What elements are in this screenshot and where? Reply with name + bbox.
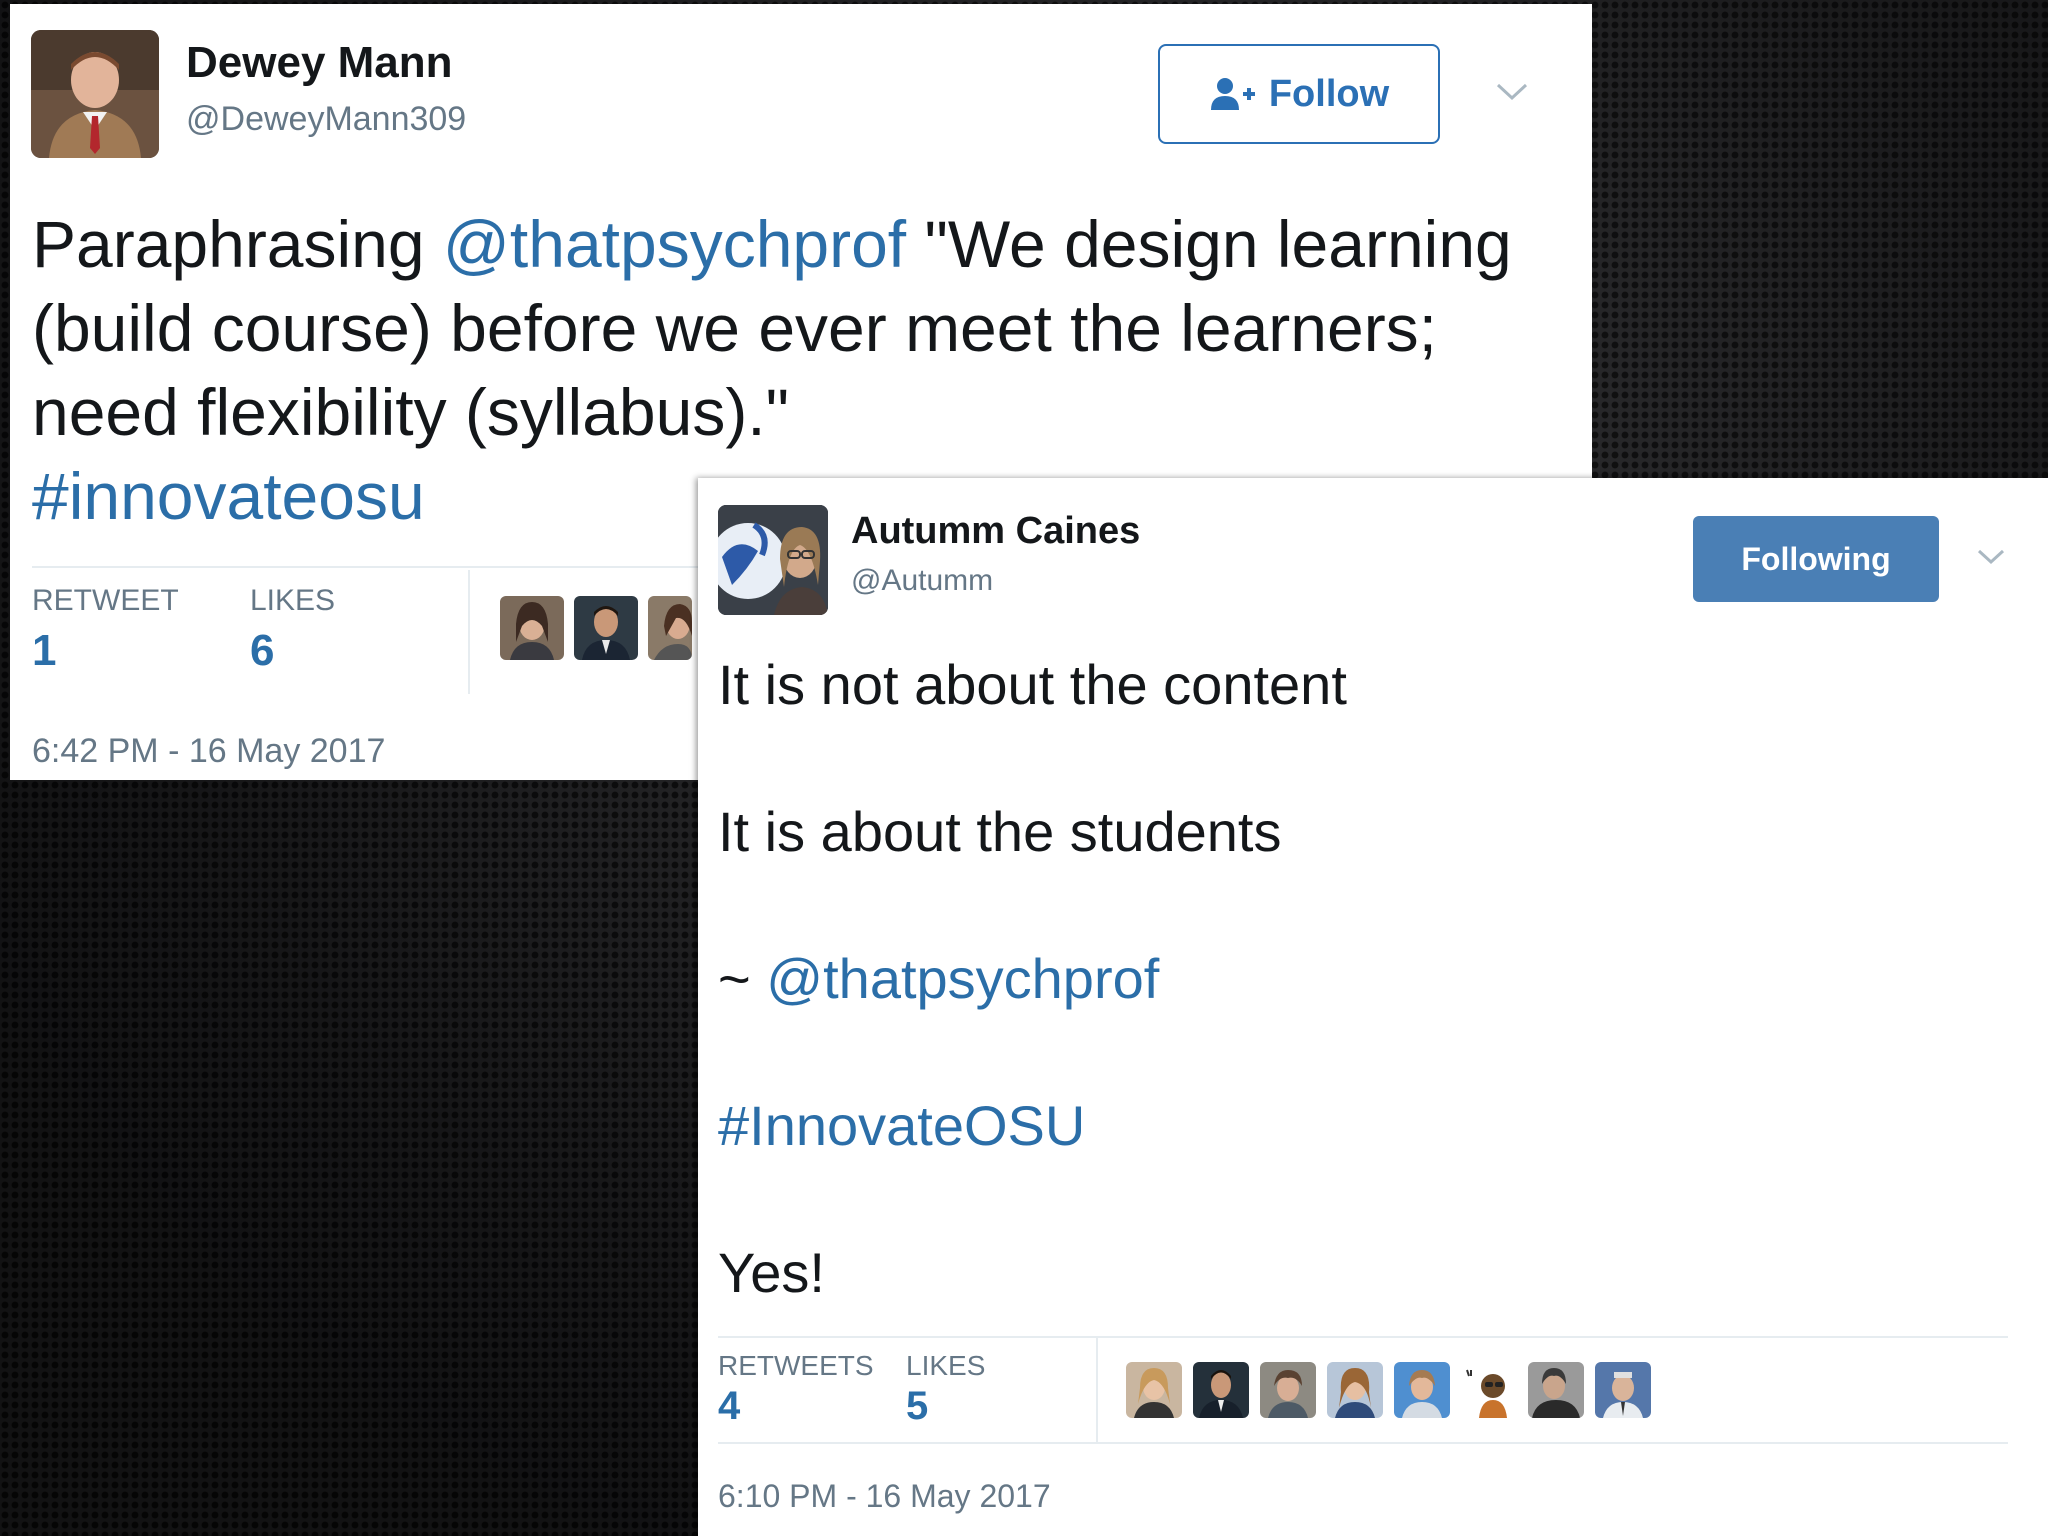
follow-button[interactable]: Follow <box>1158 44 1440 144</box>
likers-avatars <box>500 596 702 660</box>
likes-count[interactable]: 5 <box>906 1384 928 1429</box>
user-handle[interactable]: @DeweyMann309 <box>186 100 466 139</box>
chevron-down-icon[interactable] <box>1976 548 2006 571</box>
stats-vertical-divider <box>1096 1336 1098 1444</box>
retweets-count[interactable]: 4 <box>718 1384 740 1429</box>
stats-vertical-divider <box>468 570 470 694</box>
stats-divider <box>718 1336 2008 1338</box>
liker-avatar[interactable] <box>1528 1362 1584 1418</box>
display-name[interactable]: Dewey Mann <box>186 38 453 88</box>
stats-divider-bottom <box>718 1442 2008 1444</box>
retweets-label[interactable]: RETWEETS <box>718 1350 874 1382</box>
liker-avatar[interactable] <box>1260 1362 1316 1418</box>
follow-label: Follow <box>1268 72 1390 115</box>
mention-link[interactable]: @thatpsychprof <box>443 207 906 281</box>
likes-label[interactable]: LIKES <box>906 1350 985 1382</box>
chevron-down-icon[interactable] <box>1495 82 1529 107</box>
tilde-prefix: ~ <box>718 947 767 1010</box>
likers-avatars <box>1126 1362 1651 1418</box>
tweet-text-prefix: Paraphrasing <box>32 207 443 281</box>
tweet-text: It is not about the content It is about … <box>718 648 2018 1310</box>
liker-avatar[interactable] <box>1394 1362 1450 1418</box>
liker-avatar[interactable] <box>1193 1362 1249 1418</box>
liker-avatar[interactable] <box>574 596 638 660</box>
avatar[interactable] <box>31 30 159 158</box>
likes-label[interactable]: LIKES <box>250 584 335 618</box>
tweet-line: It is not about the content <box>718 653 1347 716</box>
user-handle[interactable]: @Autumm <box>851 564 993 598</box>
avatar[interactable] <box>718 505 828 615</box>
tweet-card-autumm: Autumm Caines @Autumm Following It is no… <box>698 478 2048 1536</box>
liker-avatar[interactable] <box>500 596 564 660</box>
tweet-line: #InnovateOSU <box>718 1089 2018 1163</box>
tweet-line: It is about the students <box>718 800 1282 863</box>
retweets-count[interactable]: 1 <box>32 626 56 676</box>
likes-count[interactable]: 6 <box>250 626 274 676</box>
liker-avatar[interactable] <box>1327 1362 1383 1418</box>
tweet-line: Yes! <box>718 1241 825 1304</box>
mention-link[interactable]: @thatpsychprof <box>766 947 1159 1010</box>
liker-avatar[interactable] <box>1126 1362 1182 1418</box>
hashtag-link[interactable]: #InnovateOSU <box>718 1094 1085 1157</box>
tweet-timestamp[interactable]: 6:10 PM - 16 May 2017 <box>718 1478 1051 1515</box>
liker-avatar[interactable] <box>648 596 692 660</box>
liker-avatar[interactable] <box>1461 1362 1517 1418</box>
tweet-line: ~ @thatpsychprof <box>718 942 2018 1016</box>
add-user-icon <box>1209 76 1257 112</box>
retweets-label[interactable]: RETWEET <box>32 584 179 618</box>
display-name[interactable]: Autumm Caines <box>851 510 1140 553</box>
tweet-timestamp[interactable]: 6:42 PM - 16 May 2017 <box>32 732 385 771</box>
liker-avatar[interactable] <box>1595 1362 1651 1418</box>
following-button[interactable]: Following <box>1693 516 1939 602</box>
hashtag-link[interactable]: #innovateosu <box>32 459 425 533</box>
